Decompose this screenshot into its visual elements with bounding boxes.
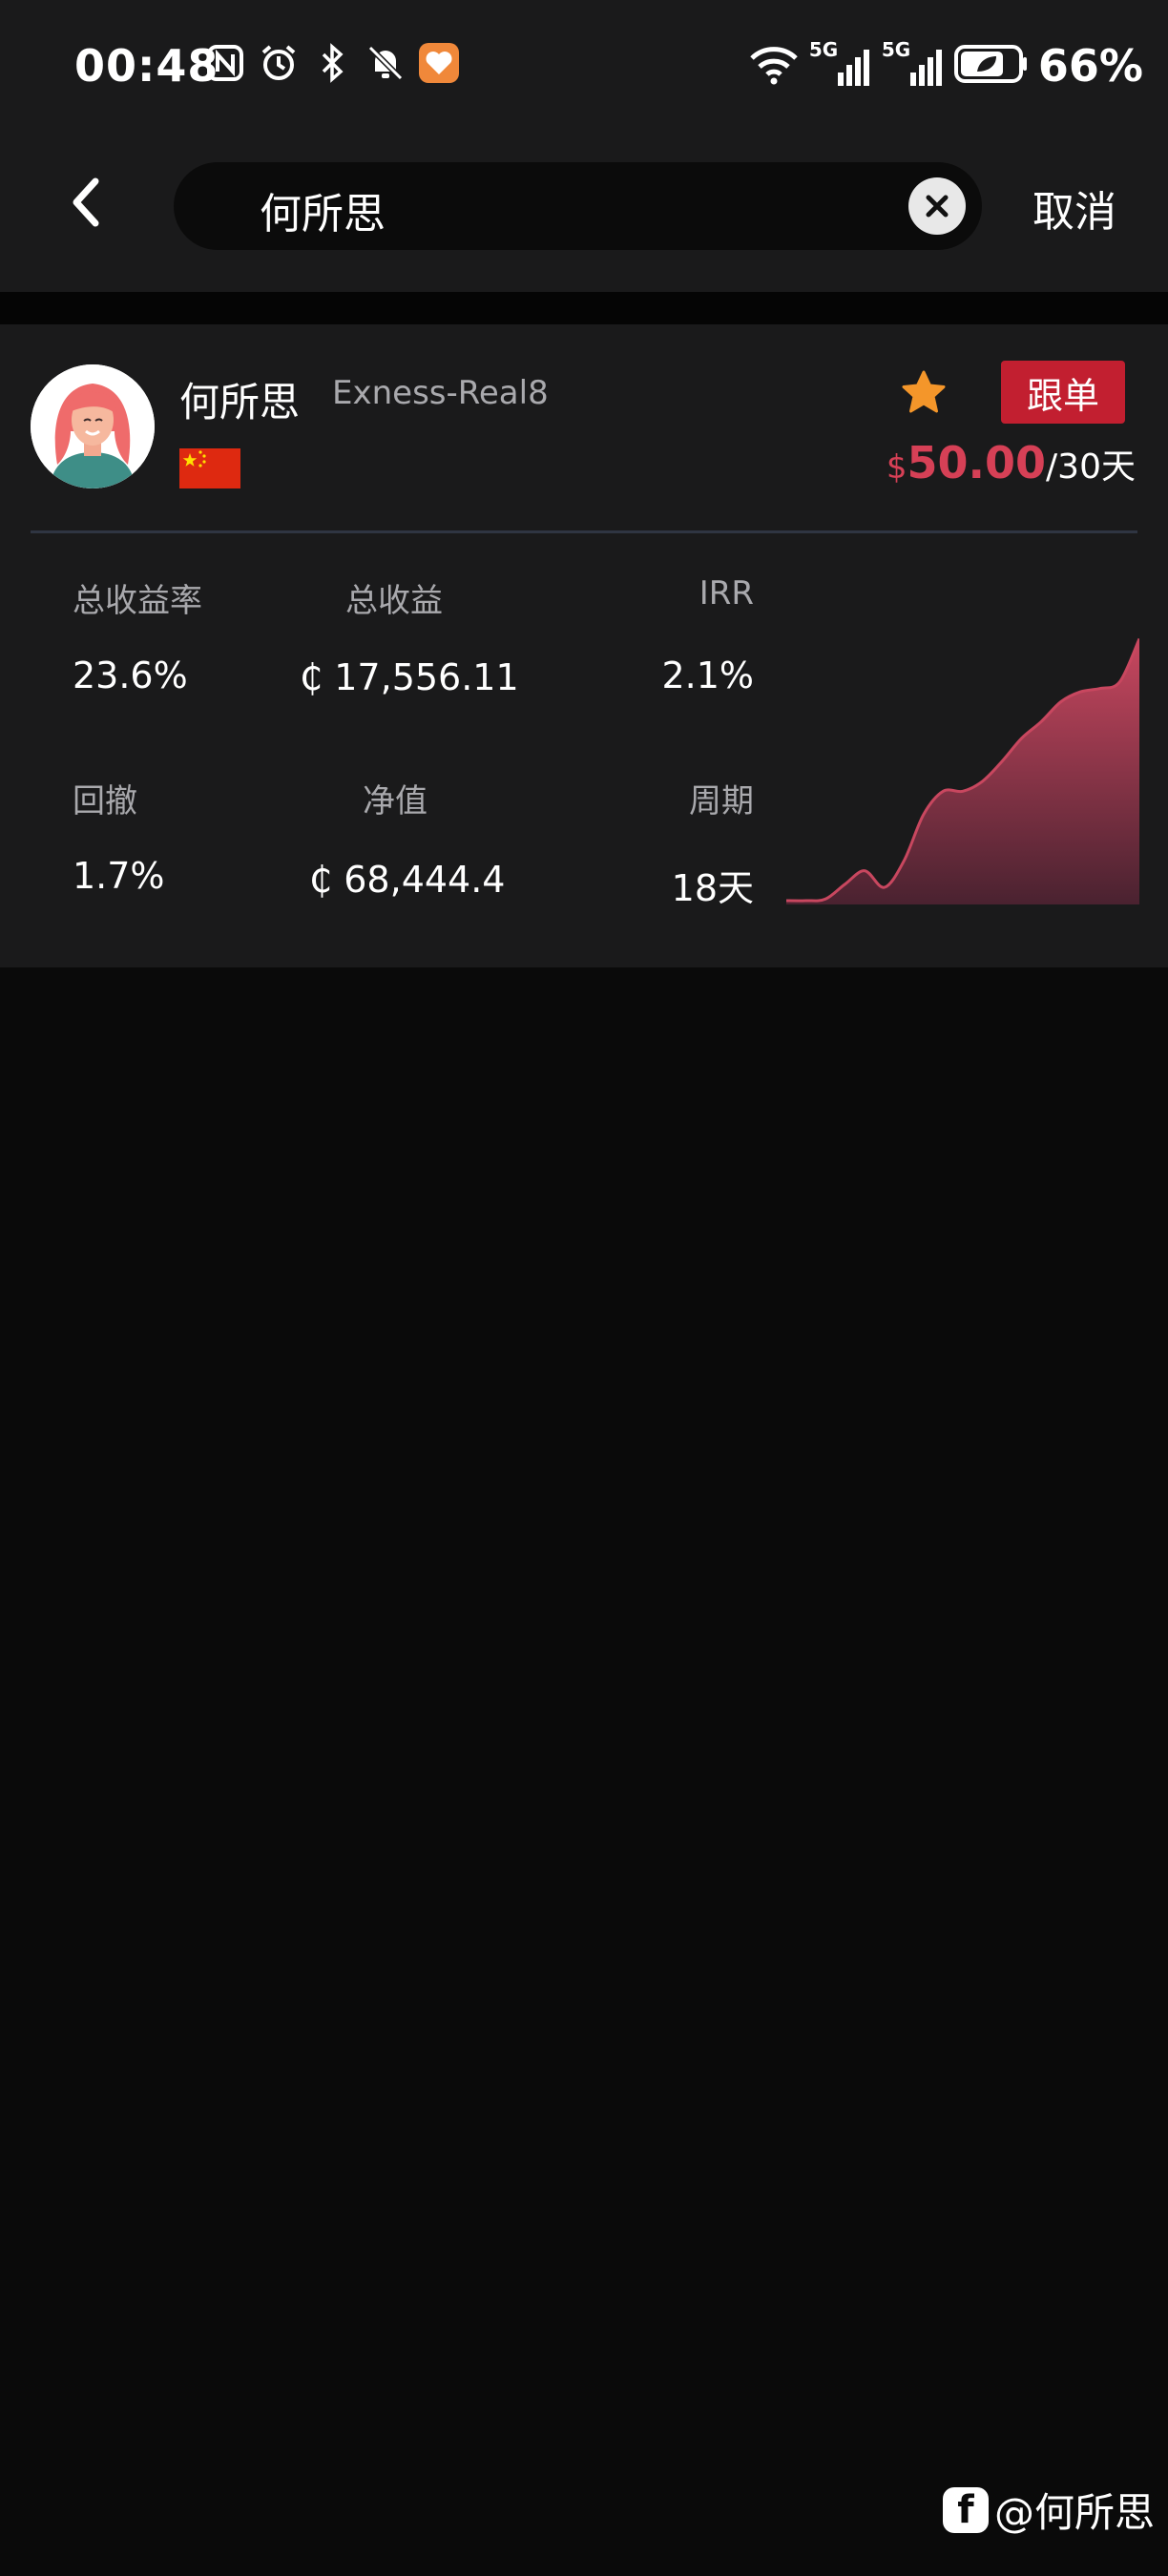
period-label: 周期 xyxy=(689,782,754,821)
total-return-rate-value: 23.6% xyxy=(73,654,188,696)
battery-percent: 66% xyxy=(1037,40,1143,92)
china-flag-icon xyxy=(179,448,240,488)
avatar[interactable] xyxy=(31,364,155,488)
cancel-button[interactable]: 取消 xyxy=(1032,177,1116,239)
facebook-icon: f xyxy=(942,2486,989,2533)
trader-result-card[interactable]: 何所思 Exness-Real8 跟单 $ 50.00 /30天 总收益率 23… xyxy=(0,324,1168,967)
irr-label: IRR xyxy=(699,574,754,613)
mute-icon xyxy=(365,42,407,84)
close-icon xyxy=(926,195,949,218)
health-app-icon xyxy=(418,42,460,84)
signal-icon: 5G xyxy=(882,38,945,88)
status-icons-left xyxy=(204,42,460,84)
nfc-icon xyxy=(204,42,246,84)
search-input-value[interactable]: 何所思 xyxy=(260,179,386,240)
total-return-rate-label: 总收益率 xyxy=(73,582,202,620)
wifi-icon xyxy=(748,43,800,89)
period-value: 18天 xyxy=(671,867,754,909)
watermark: f @何所思 xyxy=(942,2481,1155,2539)
alarm-icon xyxy=(258,42,300,84)
back-button[interactable] xyxy=(55,172,116,233)
drawdown-value: 1.7% xyxy=(73,855,165,897)
total-profit-value: ₵ 17,556.11 xyxy=(300,656,519,698)
status-time: 00:48 xyxy=(74,40,219,92)
search-input[interactable]: 何所思 xyxy=(174,162,982,250)
battery-icon xyxy=(953,43,1029,89)
equity-curve-chart xyxy=(786,637,1139,904)
status-icons-right: 5G 5G 66% xyxy=(748,38,1143,92)
net-value-label: 净值 xyxy=(363,782,428,821)
drawdown-label: 回撤 xyxy=(73,782,137,821)
section-divider xyxy=(0,292,1168,324)
price-currency: $ xyxy=(886,448,907,487)
status-bar: 00:48 5G 5G 66% xyxy=(0,0,1168,134)
trader-name[interactable]: 何所思 xyxy=(179,370,300,428)
bluetooth-icon xyxy=(311,42,353,84)
equity-area xyxy=(786,638,1139,904)
favorite-star-icon[interactable] xyxy=(899,368,949,418)
trader-server: Exness-Real8 xyxy=(332,374,549,412)
signal-icon: 5G xyxy=(809,38,872,88)
net-value-value: ₵ 68,444.4 xyxy=(309,859,506,901)
card-divider xyxy=(31,530,1137,533)
watermark-text: @何所思 xyxy=(993,2489,1155,2536)
search-header: 何所思 取消 xyxy=(0,134,1168,292)
irr-value: 2.1% xyxy=(661,654,754,696)
total-profit-label: 总收益 xyxy=(345,582,443,620)
clear-search-button[interactable] xyxy=(908,177,966,235)
subscription-price: $ 50.00 /30天 xyxy=(886,437,1136,488)
chevron-left-icon xyxy=(73,177,99,227)
price-period: /30天 xyxy=(1046,447,1136,487)
follow-button[interactable]: 跟单 xyxy=(1001,361,1125,424)
price-amount: 50.00 xyxy=(907,437,1047,488)
